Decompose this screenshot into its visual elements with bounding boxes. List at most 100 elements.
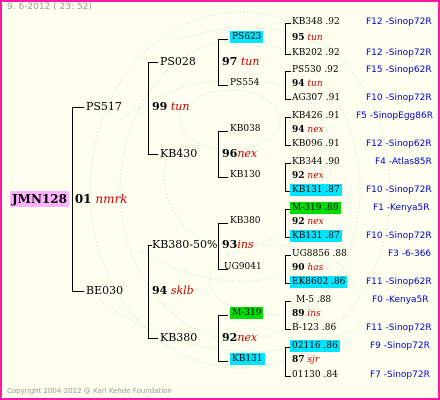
gen3-name: nex bbox=[237, 147, 258, 160]
gen3-ring[interactable]: KB430 bbox=[160, 148, 197, 159]
gen5-ring[interactable]: KB344 .90 bbox=[292, 158, 340, 167]
connector bbox=[285, 376, 291, 377]
gen3-name: ins bbox=[237, 238, 254, 251]
gen5-loc: F10 -Sinop72R bbox=[366, 185, 432, 195]
gen4-ring-label: M-319 bbox=[230, 307, 264, 319]
sire-name: tun bbox=[170, 100, 190, 113]
connector bbox=[285, 163, 291, 164]
gen4-ring[interactable]: KB131 bbox=[230, 353, 265, 365]
connector bbox=[285, 145, 291, 146]
root-ring: JMN128 bbox=[10, 191, 69, 207]
root-name: nmrk bbox=[95, 192, 128, 206]
gen5-ring[interactable]: 02116 .86 bbox=[290, 340, 340, 352]
gen5-loc: F9 -Sinop72R bbox=[370, 341, 430, 351]
copyright: Copyright 2004-2012 @ Karl Kehde Foundat… bbox=[7, 387, 172, 395]
gen5-info: 94 nex bbox=[292, 126, 324, 135]
gen3-name: tun bbox=[240, 55, 260, 68]
gen4-ring[interactable]: KB380 bbox=[230, 217, 261, 226]
connector bbox=[285, 209, 286, 237]
connector bbox=[285, 71, 291, 72]
gen3-info: 97 tun bbox=[222, 56, 259, 67]
gen5-ring[interactable]: KB202 .92 bbox=[292, 49, 340, 58]
dam-ring[interactable]: BE030 bbox=[86, 285, 123, 296]
connector bbox=[218, 223, 219, 269]
gen5-ring[interactable]: KB426 .91 bbox=[292, 112, 340, 121]
gen5-ring[interactable]: AG307 .91 bbox=[292, 94, 340, 103]
gen5-ring[interactable]: EK8602 .86 bbox=[290, 276, 348, 288]
connector bbox=[218, 223, 228, 224]
connector bbox=[285, 71, 286, 99]
gen5-info: 94 tun bbox=[292, 80, 323, 89]
gen3-number: 96 bbox=[222, 147, 238, 160]
gen5-ring-label: EK8602 .86 bbox=[290, 276, 348, 288]
gen5-loc: F15 -Sinop62R bbox=[366, 65, 432, 75]
gen5-ring-label: KB131 .87 bbox=[290, 230, 342, 242]
connector bbox=[285, 347, 286, 376]
gen5-name: nex bbox=[307, 125, 324, 135]
gen5-loc: F0 -Kenya5R bbox=[372, 295, 429, 305]
gen5-ring[interactable]: KB131 .87 bbox=[290, 230, 342, 242]
gen4-ring[interactable]: PS623 bbox=[230, 31, 264, 43]
gen5-loc: F5 -SinopEgg86R bbox=[356, 111, 433, 121]
gen5-ring[interactable]: KB348 .92 bbox=[292, 18, 340, 27]
gen5-name: tun bbox=[307, 79, 323, 89]
connector bbox=[218, 85, 228, 86]
gen5-number: 92 bbox=[292, 171, 305, 181]
gen4-ring[interactable]: PS554 bbox=[230, 79, 259, 88]
gen5-loc: F7 -Sinop72R bbox=[370, 370, 430, 380]
gen5-loc: F3 -6-366 bbox=[388, 249, 432, 259]
gen5-name: nex bbox=[307, 217, 324, 227]
gen5-info: 95 tun bbox=[292, 34, 323, 43]
gen5-ring[interactable]: B-123 .86 bbox=[292, 324, 336, 333]
connector bbox=[148, 62, 149, 154]
gen5-number: 90 bbox=[292, 263, 305, 273]
connector bbox=[218, 39, 228, 40]
connector bbox=[148, 154, 158, 155]
gen5-loc: F4 -Atlas85R bbox=[375, 157, 432, 167]
gen3-number: 93 bbox=[222, 238, 238, 251]
connector bbox=[285, 301, 291, 302]
gen3-number: 92 bbox=[222, 331, 238, 344]
dam-info: 94 sklb bbox=[152, 285, 194, 296]
gen4-ring-label: KB131 bbox=[230, 353, 265, 365]
connector bbox=[218, 131, 228, 132]
gen5-ring[interactable]: UG8856 .88 bbox=[292, 250, 347, 259]
root-bird[interactable]: JMN128 01 nmrk bbox=[10, 191, 128, 207]
gen5-number: 95 bbox=[292, 33, 305, 43]
gen5-info: 89 ins bbox=[292, 310, 321, 319]
gen5-number: 87 bbox=[292, 355, 305, 365]
gen5-ring[interactable]: 01130 .84 bbox=[292, 371, 338, 380]
gen3-info: 92nex bbox=[222, 332, 257, 343]
gen5-loc: F12 -Sinop62R bbox=[366, 139, 432, 149]
gen3-info: 93ins bbox=[222, 239, 254, 250]
gen5-name: tun bbox=[307, 33, 323, 43]
connector bbox=[148, 245, 149, 338]
dam-name: sklb bbox=[170, 284, 194, 297]
sire-ring[interactable]: PS517 bbox=[86, 101, 122, 112]
gen4-ring-label: PS623 bbox=[230, 31, 264, 43]
gen4-ring[interactable]: KB130 bbox=[230, 171, 261, 180]
gen3-ring[interactable]: KB380 bbox=[160, 332, 197, 343]
gen5-name: ins bbox=[307, 309, 321, 319]
gen4-ring[interactable]: M-319 bbox=[230, 307, 264, 319]
sire-info: 99 tun bbox=[152, 101, 189, 112]
gen4-ring[interactable]: KB038 bbox=[230, 125, 261, 134]
connector bbox=[218, 177, 228, 178]
connector bbox=[218, 315, 228, 316]
gen5-ring[interactable]: KB096 .91 bbox=[292, 140, 340, 149]
connector bbox=[218, 131, 219, 177]
gen5-ring[interactable]: M-5 .88 bbox=[296, 296, 331, 305]
gen5-ring[interactable]: KB131 .87 bbox=[290, 184, 342, 196]
gen5-loc: F1 -Kenya5R bbox=[373, 203, 430, 213]
gen5-name: has bbox=[307, 263, 324, 273]
gen5-ring[interactable]: PS530 .92 bbox=[292, 66, 339, 75]
gen4-ring[interactable]: UG9041 bbox=[224, 263, 262, 272]
connector bbox=[218, 315, 219, 361]
gen3-number: 97 bbox=[222, 55, 238, 68]
gen3-ring[interactable]: PS028 bbox=[160, 56, 196, 67]
gen3-ring[interactable]: KB380-50% bbox=[152, 239, 217, 250]
gen5-ring[interactable]: M-319 .89 bbox=[290, 202, 341, 214]
gen5-number: 89 bbox=[292, 309, 305, 319]
connector bbox=[285, 23, 286, 54]
connector bbox=[148, 338, 158, 339]
